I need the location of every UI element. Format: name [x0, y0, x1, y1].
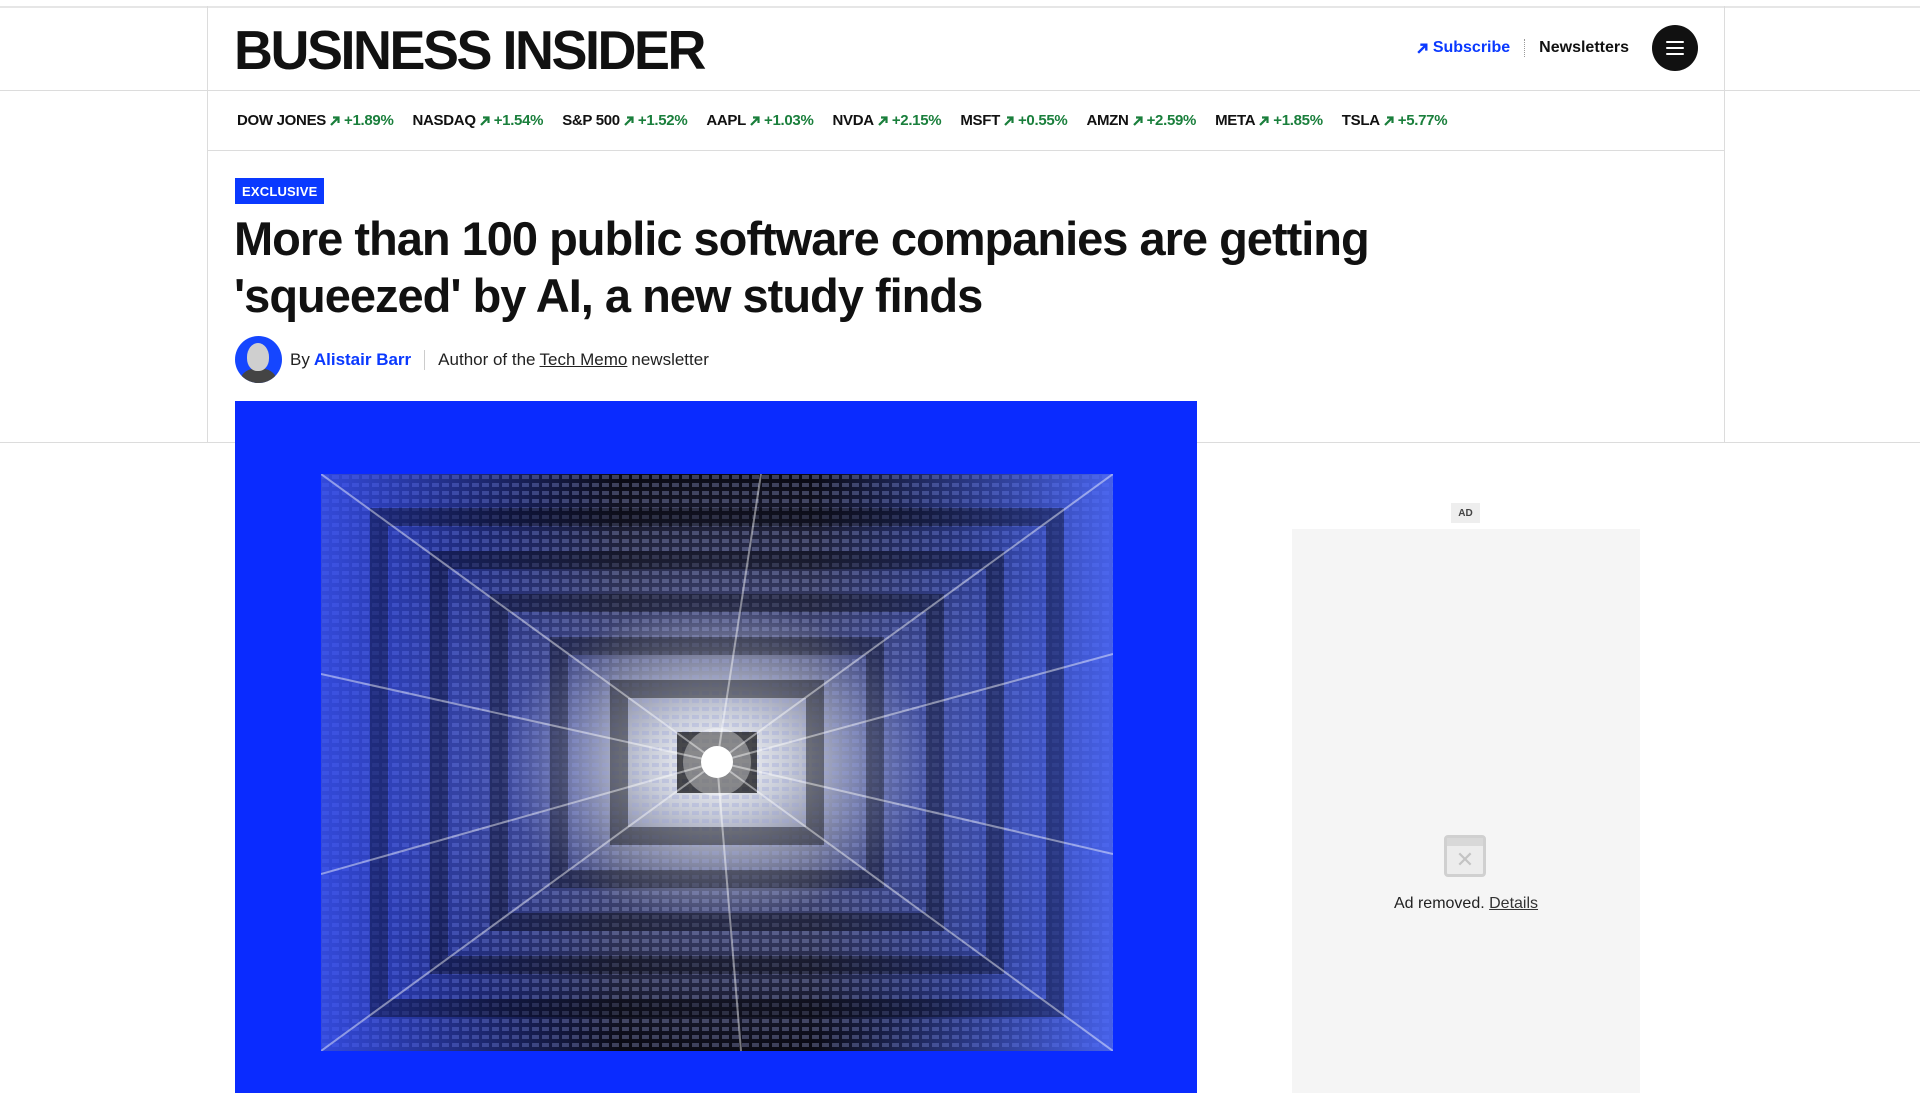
ticker-change: +1.85% — [1273, 112, 1323, 129]
ticker-symbol: S&P 500 — [562, 112, 620, 129]
header-actions: Subscribe Newsletters — [1416, 25, 1698, 71]
ticker-change: +1.52% — [637, 112, 688, 129]
exclusive-badge: EXCLUSIVE — [235, 178, 325, 204]
author-role-prefix: Author of the — [438, 349, 536, 369]
ticker-item-aapl[interactable]: AAPL +1.03% — [706, 112, 813, 129]
ticker-change: +0.55% — [1017, 112, 1068, 129]
author-link[interactable]: Alistair Barr — [314, 350, 411, 370]
ticker-item-sp500[interactable]: S&P 500 +1.52% — [562, 112, 687, 129]
ticker-symbol: AMZN — [1086, 112, 1129, 129]
arrow-up-right-icon — [1004, 115, 1014, 126]
author-role-suffix: newsletter — [631, 349, 709, 369]
arrow-up-right-icon — [330, 115, 340, 126]
top-rule — [0, 6, 1920, 8]
arrow-up-right-icon — [750, 115, 760, 126]
ticker-item-msft[interactable]: MSFT +0.55% — [960, 112, 1067, 129]
subscribe-link[interactable]: Subscribe — [1416, 39, 1510, 57]
ticker-change: +1.54% — [493, 112, 544, 129]
article-headline: More than 100 public software companies … — [234, 210, 1414, 324]
ticker-item-nasdaq[interactable]: NASDAQ +1.54% — [412, 112, 543, 129]
ticker-symbol: MSFT — [960, 112, 1000, 129]
frame-line-left — [207, 6, 208, 443]
arrow-up-right-icon — [878, 115, 888, 126]
ticker-change: +2.59% — [1146, 112, 1197, 129]
newsletter-link[interactable]: Tech Memo — [540, 350, 628, 370]
ad-removed-text: Ad removed. — [1393, 895, 1485, 912]
ticker-item-meta[interactable]: META +1.85% — [1215, 112, 1323, 129]
hamburger-icon-line — [1666, 47, 1684, 49]
arrow-up-right-icon — [1417, 43, 1428, 54]
byline-prefix: By — [290, 349, 310, 369]
hamburger-icon-line — [1666, 53, 1684, 55]
ad-label: AD — [1451, 503, 1480, 523]
ticker-item-tsla[interactable]: TSLA +5.77% — [1341, 112, 1448, 129]
avatar-face-shape — [247, 343, 269, 371]
byline-separator — [424, 349, 426, 370]
header-divider — [0, 90, 1920, 91]
ticker-change: +2.15% — [891, 112, 942, 129]
site-logo[interactable]: BUSINESS INSIDER — [234, 20, 706, 80]
ad-details-link[interactable]: Details — [1489, 895, 1538, 912]
headline-line-2: 'squeezed' by AI, a new study finds — [234, 269, 983, 322]
ticker-divider — [207, 150, 1725, 151]
ticker-change: +5.77% — [1397, 112, 1448, 129]
ad-removed-message: Ad removed. Details — [1292, 895, 1640, 913]
ticker-symbol: AAPL — [706, 112, 746, 129]
arrow-up-right-icon — [624, 115, 634, 126]
hamburger-icon — [1666, 41, 1684, 43]
ticker-symbol: META — [1215, 112, 1256, 129]
arrow-up-right-icon — [1383, 115, 1394, 126]
ticker-change: +1.03% — [764, 112, 814, 129]
ticker-symbol: TSLA — [1341, 112, 1380, 129]
ticker-item-nvda[interactable]: NVDA +2.15% — [833, 112, 942, 129]
headline-line-1: More than 100 public software companies … — [234, 212, 1370, 265]
ticker-item-amzn[interactable]: AMZN +2.59% — [1086, 112, 1196, 129]
arrow-up-right-icon — [479, 115, 490, 126]
ad-slot: ✕ Ad removed. Details — [1292, 529, 1640, 1093]
ticker-symbol: NVDA — [832, 112, 875, 129]
hero-illustration — [321, 474, 1113, 1051]
market-ticker: DOW JONES +1.89% NASDAQ +1.54% S&P 500 +… — [237, 112, 1448, 129]
menu-button[interactable] — [1652, 25, 1698, 71]
subscribe-label: Subscribe — [1432, 39, 1511, 56]
arrow-up-right-icon — [1259, 115, 1269, 126]
ticker-symbol: DOW JONES — [237, 112, 326, 129]
newsletters-link[interactable]: Newsletters — [1539, 39, 1629, 57]
author-avatar[interactable] — [235, 336, 282, 383]
frame-line-right — [1724, 6, 1725, 443]
hero-image — [235, 401, 1197, 1093]
byline: By Alistair Barr Author of the Tech Memo… — [235, 336, 709, 383]
arrow-up-right-icon — [1132, 115, 1143, 126]
ticker-change: +1.89% — [343, 112, 394, 129]
ticker-item-dow-jones[interactable]: DOW JONES +1.89% — [237, 112, 394, 129]
hero-photo-skyscrapers — [321, 474, 1113, 1051]
ticker-symbol: NASDAQ — [412, 112, 476, 129]
broken-image-icon: ✕ — [1444, 835, 1486, 877]
header-separator — [1524, 39, 1526, 57]
